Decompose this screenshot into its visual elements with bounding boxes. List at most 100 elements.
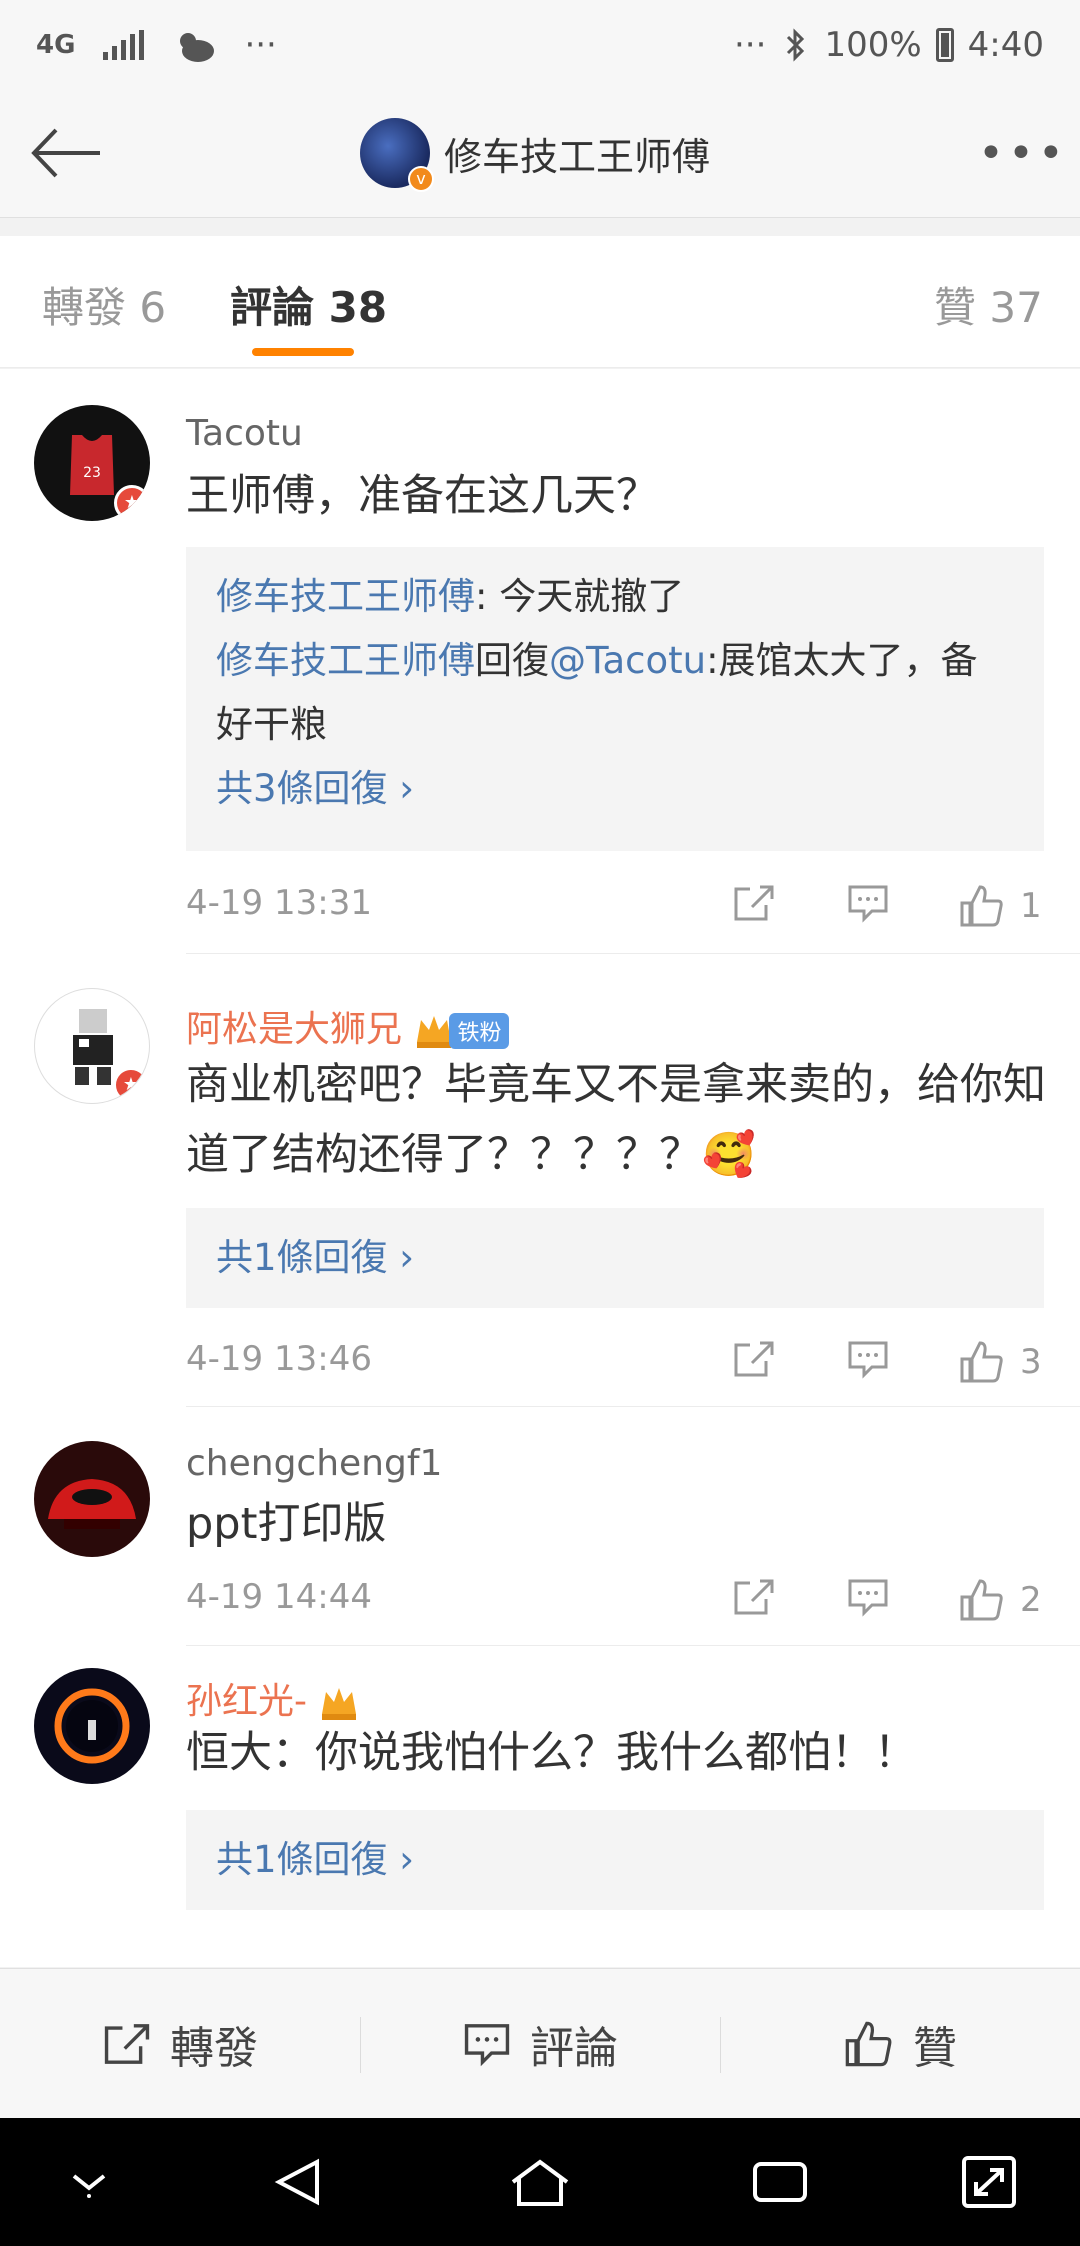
share-button[interactable] (732, 1577, 776, 1617)
weather-icon (180, 33, 215, 62)
network-type: 4G (36, 30, 76, 60)
signal-icon (103, 30, 145, 60)
battery-percent: 100% (824, 25, 922, 65)
comment-time: 4-19 14:44 (186, 1577, 372, 1617)
tab-bar: 轉發 6 評論 38 贊 37 (0, 236, 1080, 368)
tab-comments[interactable]: 評論 38 (230, 274, 387, 335)
more-notifications-icon: ··· (244, 25, 277, 65)
avatar[interactable]: 23 ★ (34, 405, 150, 521)
repost-label: 轉發 (170, 2022, 258, 2074)
svg-text:23: 23 (83, 465, 101, 481)
reply-verb: 回復 (475, 639, 549, 682)
more-options-button[interactable]: ••• (978, 128, 1064, 179)
tab-likes[interactable]: 贊 37 (934, 274, 1043, 335)
share-icon (734, 1579, 774, 1615)
status-dots-icon: ··· (734, 25, 767, 65)
divider (186, 1406, 1080, 1407)
reply-box[interactable]: 修车技工王师傅: 今天就撤了 修车技工王师傅回復@Tacotu:展馆太大了，备好… (186, 547, 1044, 851)
back-button[interactable] (26, 118, 106, 188)
tab-repost[interactable]: 轉發 6 (42, 274, 166, 335)
comment-username[interactable]: chengchengf1 (186, 1443, 442, 1484)
comment-text: ppt打印版 (186, 1499, 387, 1549)
comment-list: 23 ★ Tacotu 王师傅，准备在这几天？ 修车技工王师傅: 今天就撤了 修… (0, 369, 1080, 1967)
member-badge-icon: ★ (114, 485, 150, 521)
reply-button[interactable] (846, 883, 890, 923)
thumbs-up-icon (960, 1579, 1003, 1621)
more-replies-link[interactable]: 共1條回復 › (216, 1828, 1014, 1892)
comment-button[interactable]: 評論 (360, 1969, 720, 2118)
reply-button[interactable] (846, 1577, 890, 1617)
username-text: 阿松是大狮兄 (186, 1009, 403, 1050)
chevron-down-icon[interactable] (54, 2152, 124, 2212)
page-title: 修车技工王师傅 (444, 134, 711, 179)
reply-box[interactable]: 共1條回復 › (186, 1208, 1044, 1308)
reply-author[interactable]: 修车技工王师傅 (216, 575, 475, 618)
comment-icon (848, 1341, 888, 1379)
like-count: 1 (1020, 886, 1042, 926)
like-count: 2 (1020, 1580, 1042, 1620)
comment-icon (848, 1579, 888, 1617)
clock: 4:40 (967, 25, 1044, 65)
bluetooth-icon (787, 28, 805, 62)
comment-meta: 4-19 13:31 1 (186, 883, 1046, 933)
comment-icon (464, 2023, 510, 2066)
more-replies-link[interactable]: 共1條回復 › (216, 1226, 1014, 1290)
reply-button[interactable] (846, 1339, 890, 1379)
avatar[interactable]: v (360, 118, 434, 192)
reply-text: : 今天就撤了 (475, 575, 685, 618)
thumbs-up-icon (960, 885, 1003, 927)
like-button[interactable]: 3 (958, 1339, 1042, 1385)
reply-box[interactable]: 共1條回復 › (186, 1810, 1044, 1910)
tab-indicator (252, 348, 354, 356)
comment-meta: 4-19 14:44 2 (186, 1577, 1046, 1627)
recents-icon[interactable] (745, 2152, 815, 2212)
back-icon[interactable] (265, 2152, 335, 2212)
like-button[interactable]: 贊 (720, 1969, 1080, 2118)
reply-line: 修车技工王师傅: 今天就撤了 (216, 565, 1014, 629)
system-nav-bar (0, 2118, 1080, 2246)
like-button[interactable]: 1 (958, 883, 1042, 929)
expand-icon[interactable] (954, 2152, 1024, 2212)
share-icon (104, 2023, 150, 2064)
thumbs-up-icon (845, 2021, 892, 2066)
more-replies-link[interactable]: 共3條回復 › (216, 757, 1014, 821)
repost-button[interactable]: 轉發 (0, 1969, 360, 2118)
share-button[interactable] (732, 1339, 776, 1379)
fan-badge: 铁粉 (449, 1013, 510, 1049)
avatar[interactable] (34, 1441, 150, 1557)
comment-icon (848, 885, 888, 923)
username-text: 孙红光- (186, 1681, 307, 1722)
profile-header[interactable]: v 修车技工王师傅 (360, 118, 711, 192)
avatar[interactable]: ★ (34, 988, 150, 1104)
comment-username[interactable]: 阿松是大狮兄 铁粉 (186, 1000, 510, 1052)
like-label: 贊 (913, 2022, 957, 2074)
bottom-action-bar: 轉發 評論 贊 (0, 1968, 1080, 2118)
divider (186, 1645, 1080, 1646)
share-icon (734, 885, 774, 921)
battery-icon (935, 28, 954, 62)
home-icon[interactable] (505, 2152, 575, 2212)
comment-text: 王师傅，准备在这几天？ (186, 471, 659, 521)
eclipse-icon (54, 1688, 130, 1764)
member-badge-icon: ★ (113, 1067, 149, 1103)
reply-author[interactable]: 修车技工王师傅 (216, 639, 475, 682)
thumbs-up-icon (960, 1341, 1003, 1383)
red-car-icon (48, 1479, 136, 1529)
comment-time: 4-19 13:31 (186, 883, 372, 923)
share-button[interactable] (732, 883, 776, 923)
reply-line: 修车技工王师傅回復@Tacotu:展馆太大了，备好干粮 (216, 629, 1014, 757)
comment-username[interactable]: Tacotu (186, 413, 303, 454)
comment-username[interactable]: 孙红光- (186, 1672, 360, 1724)
share-icon (734, 1341, 774, 1377)
back-arrow-icon (31, 128, 100, 178)
comment-text: 恒大：你说我怕什么？我什么都怕！！ (186, 1728, 917, 1778)
avatar[interactable] (34, 1668, 150, 1784)
status-bar: 4G ··· ··· 100% 4:40 (0, 0, 1080, 90)
vip-crown-icon (322, 1688, 357, 1720)
comment-text: 商业机密吧？毕竟车又不是拿来卖的，给你知道了结构还得了？？？？？🥰 (186, 1060, 1046, 1180)
comment-time: 4-19 13:46 (186, 1339, 372, 1379)
divider (186, 953, 1080, 954)
top-nav: v 修车技工王师傅 ••• (0, 90, 1080, 218)
reply-mention[interactable]: @Tacotu (549, 639, 706, 682)
like-button[interactable]: 2 (958, 1577, 1042, 1623)
